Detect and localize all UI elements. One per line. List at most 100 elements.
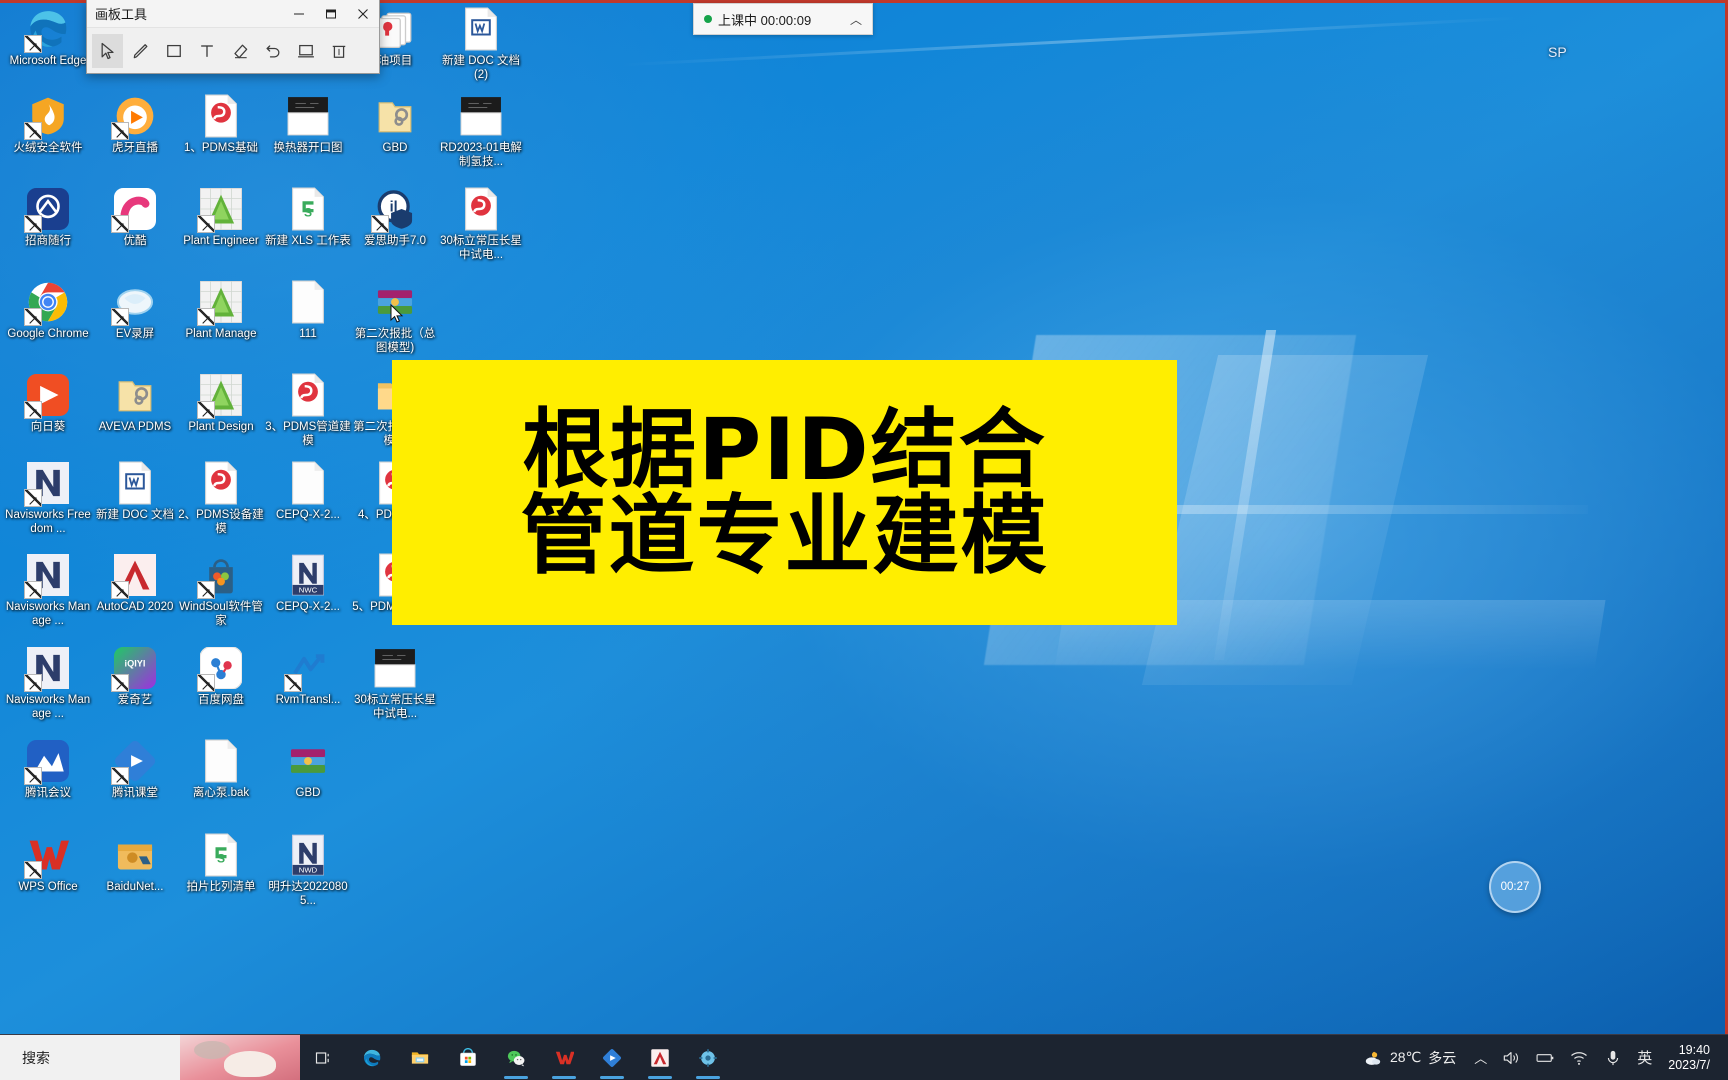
desktop-icon[interactable]: Navisworks Manage ... <box>5 645 91 721</box>
desktop-icon[interactable]: 换热器开口图 <box>265 93 351 156</box>
desktop-icon[interactable]: 百度网盘 <box>178 645 264 708</box>
store-taskbar-button[interactable] <box>444 1035 492 1080</box>
desktop-icon[interactable]: 新建 DOC 文档 (2) <box>438 6 524 82</box>
edge-taskbar-button[interactable] <box>348 1035 396 1080</box>
nwd-icon: NWD <box>285 832 331 878</box>
desktop-icon[interactable]: NWD 明升达20220805... <box>265 832 351 908</box>
maximize-button[interactable] <box>315 0 347 28</box>
tencent-classroom-icon <box>111 738 158 787</box>
blank-doc-icon <box>292 461 324 505</box>
aisi-icon: il <box>377 190 413 229</box>
desktop-icon[interactable]: Google Chrome <box>5 279 91 342</box>
blank-doc-icon <box>198 738 244 784</box>
iqiyi-icon: iQIYI <box>114 647 156 689</box>
text-tool[interactable] <box>191 34 222 68</box>
subtitle-banner: 根据PID结合 管道专业建模 <box>392 360 1177 625</box>
rvm-translator-icon <box>284 645 331 694</box>
desktop-icon[interactable]: 3、PDMS管道建模 <box>265 372 351 448</box>
task-view-button[interactable] <box>300 1035 348 1080</box>
explorer-taskbar-button[interactable] <box>396 1035 444 1080</box>
floating-timer-bubble[interactable]: 00:27 <box>1489 861 1541 913</box>
desktop-icon[interactable]: 111 <box>265 279 351 342</box>
desktop-icon[interactable]: 新建 DOC 文档 <box>92 460 178 523</box>
ime-indicator[interactable]: 英 <box>1631 1035 1658 1080</box>
xls-doc-icon: S <box>205 833 237 877</box>
show-hidden-icons-button[interactable]: ︿ <box>1468 1035 1493 1080</box>
autocad-taskbar-button[interactable] <box>636 1035 684 1080</box>
chevron-up-icon[interactable]: ︿ <box>850 11 862 28</box>
whiteboard-tool[interactable] <box>290 34 321 68</box>
minimize-button[interactable] <box>283 0 315 28</box>
desktop-icon[interactable]: Navisworks Manage ... <box>5 552 91 628</box>
weather-widget[interactable]: 28℃ 多云 <box>1359 1048 1466 1068</box>
network-tray-icon[interactable] <box>1563 1035 1595 1080</box>
desktop-icon[interactable]: S 新建 XLS 工作表 <box>265 186 351 249</box>
desktop-icon[interactable]: 30标立常压长星中试电... <box>438 186 524 262</box>
desktop-icon[interactable]: Navisworks Freedom ... <box>5 460 91 536</box>
word-doc-icon <box>119 461 151 505</box>
recording-status-pill[interactable]: 上课中 00:00:09 ︿ <box>693 3 873 35</box>
desktop-icon[interactable]: 优酷 <box>92 186 178 249</box>
desktop-icon[interactable]: 腾讯课堂 <box>92 738 178 801</box>
desktop-icon[interactable]: AVEVA PDMS <box>92 372 178 435</box>
desktop-icon[interactable]: iQIYI 爱奇艺 <box>92 645 178 708</box>
wallpaper-ribbon <box>1141 355 1429 685</box>
desktop-icon-label: CEPQ-X-2... <box>276 509 340 521</box>
desktop-icon[interactable]: Microsoft Edge <box>5 6 91 69</box>
desktop-icon[interactable]: GBD <box>265 738 351 801</box>
desktop-icon[interactable]: 2、PDMS设备建模 <box>178 460 264 536</box>
desktop-icon[interactable]: EV录屏 <box>92 279 178 342</box>
desktop-icon[interactable]: Plant Manage <box>178 279 264 342</box>
wechat-icon <box>507 1050 525 1066</box>
volume-tray-icon[interactable] <box>1495 1035 1527 1080</box>
close-button[interactable] <box>347 0 379 28</box>
navisworks-icon <box>24 460 71 509</box>
taskbar-clock[interactable]: 19:40 2023/7/ <box>1660 1035 1718 1080</box>
desktop-icon[interactable]: 向日葵 <box>5 372 91 435</box>
desktop-icon[interactable]: 腾讯会议 <box>5 738 91 801</box>
dwg-thumb-icon <box>374 649 416 688</box>
rectangle-tool[interactable] <box>158 34 189 68</box>
desktop-icon[interactable]: WPS Office <box>5 832 91 895</box>
desktop-icon[interactable]: Plant Design <box>178 372 264 435</box>
desktop-icon[interactable]: 1、PDMS基础 <box>178 93 264 156</box>
desktop-icon[interactable]: CEPQ-X-2... <box>265 460 351 523</box>
desktop-icon[interactable]: 虎牙直播 <box>92 93 178 156</box>
desktop-icon[interactable]: 离心泵.bak <box>178 738 264 801</box>
select-tool[interactable] <box>92 33 123 68</box>
desktop-icon[interactable]: Plant Engineer <box>178 186 264 249</box>
desktop-icon[interactable]: 30标立常压长星中试电... <box>352 645 438 721</box>
paint-window-titlebar[interactable]: 画板工具 <box>87 0 379 28</box>
wps-taskbar-button[interactable] <box>540 1035 588 1080</box>
wechat-taskbar-button[interactable] <box>492 1035 540 1080</box>
microphone-tray-icon[interactable] <box>1597 1035 1629 1080</box>
navisworks-icon <box>27 554 69 596</box>
desktop-icon[interactable]: S 拍片比列清单 <box>178 832 264 895</box>
paint-tool-window[interactable]: 画板工具 <box>86 0 380 74</box>
evcapture-taskbar-button[interactable] <box>588 1035 636 1080</box>
desktop-icon[interactable]: BaiduNet... <box>92 832 178 895</box>
desktop-icon[interactable]: NWC CEPQ-X-2... <box>265 552 351 615</box>
desktop-icon-label: 第二次报批（总图模型) <box>354 328 436 354</box>
clear-tool[interactable] <box>323 34 354 68</box>
desktop-icon[interactable]: 火绒安全软件 <box>5 93 91 156</box>
eraser-tool[interactable] <box>224 34 255 68</box>
undo-tool[interactable] <box>257 34 288 68</box>
pencil-tool[interactable] <box>125 34 156 68</box>
desktop-icon[interactable]: WindSoul软件管家 <box>178 552 264 628</box>
search-box[interactable]: 搜索 <box>0 1034 300 1080</box>
desktop-icon-label: 新建 XLS 工作表 <box>265 235 351 247</box>
desktop-icon[interactable]: RD2023-01电解制氢技... <box>438 93 524 169</box>
mouse-cursor <box>390 304 404 323</box>
desktop-icon[interactable]: il 爱思助手7.0 <box>352 186 438 249</box>
desktop-icon-label: 1、PDMS基础 <box>183 142 259 154</box>
desktop-icon[interactable]: AutoCAD 2020 <box>92 552 178 615</box>
settings-taskbar-button[interactable] <box>684 1035 732 1080</box>
desktop-icon[interactable]: RvmTransl... <box>265 645 351 708</box>
desktop-icon[interactable]: 招商随行 <box>5 186 91 249</box>
desktop-icon[interactable]: GBD <box>352 93 438 156</box>
battery-tray-icon[interactable] <box>1529 1035 1561 1080</box>
svg-text:NWC: NWC <box>299 586 318 595</box>
desktop-icon-label: 向日葵 <box>30 421 66 433</box>
recording-status-label: 上课中 00:00:09 <box>718 12 812 28</box>
